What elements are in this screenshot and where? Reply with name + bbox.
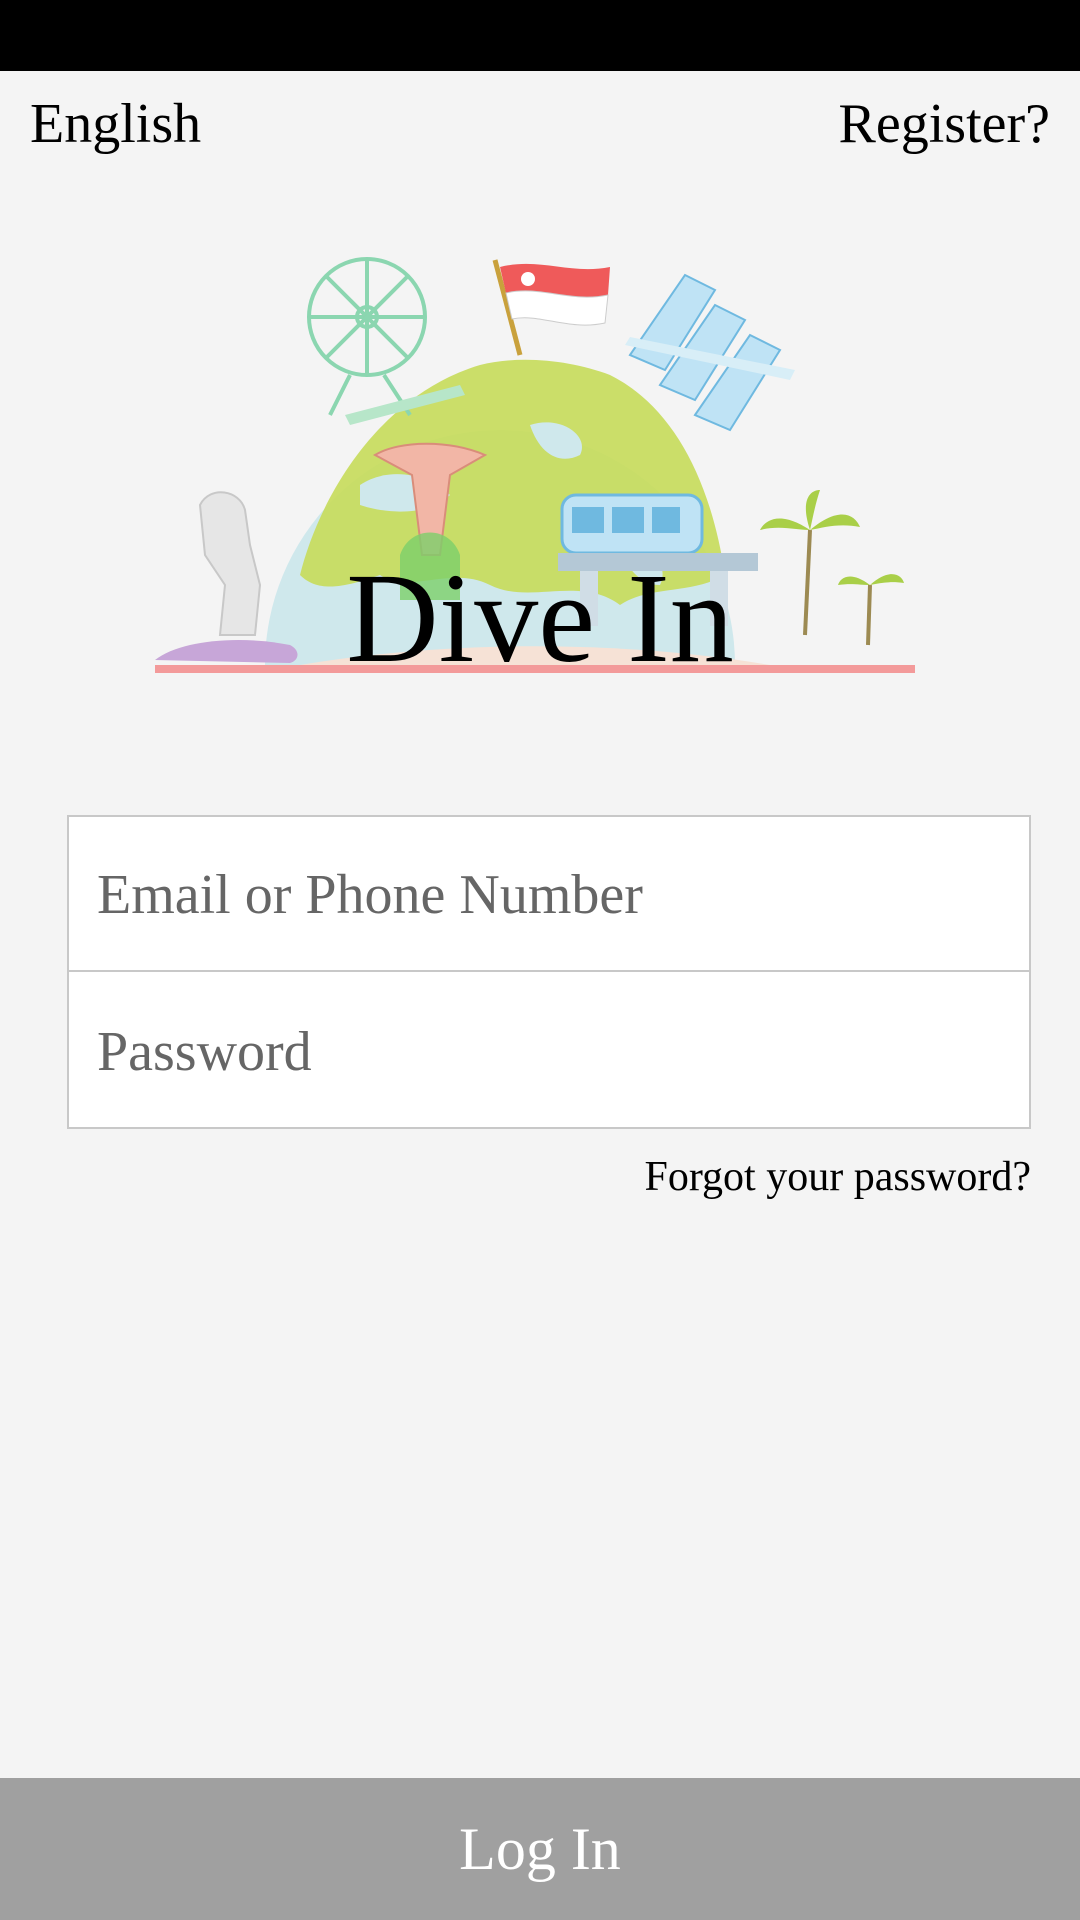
email-field[interactable] [97,817,997,972]
password-field-container [69,974,1029,1129]
password-field[interactable] [97,974,997,1129]
forgot-password-link[interactable]: Forgot your password? [644,1152,1031,1202]
status-bar [0,0,1080,71]
email-field-container [69,817,1029,972]
login-button[interactable]: Log In [0,1778,1080,1920]
login-screen: English Register? Dive In Email or Phone… [0,0,1080,1920]
app-title: Dive In [346,547,734,689]
language-selector[interactable]: English [30,92,201,156]
register-link[interactable]: Register? [839,92,1050,156]
login-form [67,815,1031,1129]
